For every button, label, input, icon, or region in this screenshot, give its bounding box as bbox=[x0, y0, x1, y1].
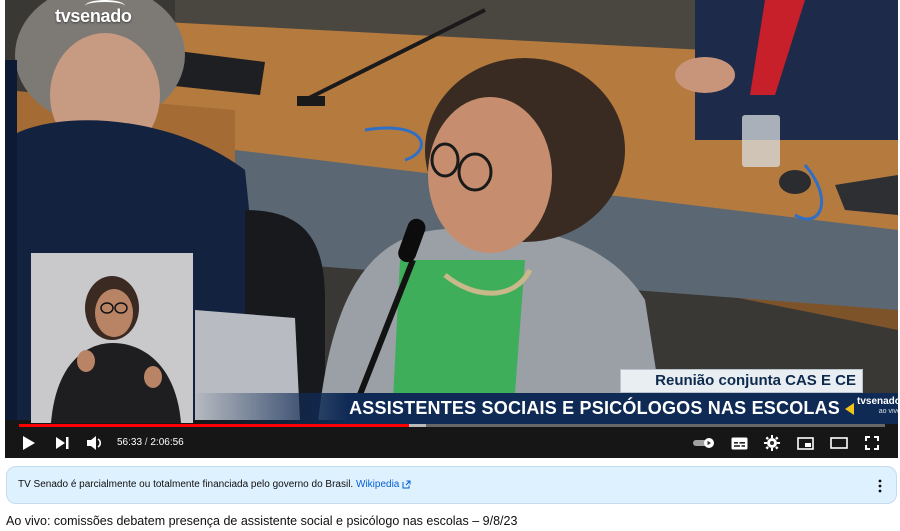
player-controls: 56:33 / 2:06:56 bbox=[5, 428, 898, 458]
progress-bar[interactable] bbox=[19, 424, 885, 427]
volume-icon bbox=[87, 436, 102, 450]
time-duration: 2:06:56 bbox=[150, 437, 184, 448]
settings-gear-icon bbox=[764, 435, 780, 451]
theater-mode-button[interactable] bbox=[829, 433, 849, 453]
lower-third-arrow-icon bbox=[845, 403, 854, 415]
lower-third-headline: ASSISTENTES SOCIAIS E PSICÓLOGOS NAS ESC… bbox=[193, 393, 898, 424]
video-frame[interactable]: tvsenado Reunião conjunta CAS E CE ASSIS… bbox=[5, 0, 898, 458]
next-icon bbox=[56, 437, 69, 449]
autoplay-toggle-icon bbox=[693, 438, 714, 448]
autoplay-toggle[interactable] bbox=[691, 433, 717, 453]
subtitles-icon bbox=[731, 437, 747, 449]
time-display: 56:33 / 2:06:56 bbox=[117, 437, 184, 448]
miniplayer-icon bbox=[796, 436, 814, 450]
interpreter-illustration bbox=[31, 253, 193, 423]
channel-logo: tvsenado bbox=[55, 0, 132, 27]
theater-mode-icon bbox=[830, 437, 848, 449]
logo-swoosh bbox=[85, 0, 125, 12]
info-panel-text: TV Senado é parcialmente ou totalmente f… bbox=[18, 479, 411, 490]
fullscreen-button[interactable] bbox=[862, 433, 882, 453]
wikipedia-link[interactable]: Wikipedia bbox=[356, 479, 399, 490]
play-button[interactable] bbox=[19, 433, 39, 453]
lower-third-subtitle: Reunião conjunta CAS E CE bbox=[620, 369, 863, 393]
miniplayer-button[interactable] bbox=[795, 433, 815, 453]
time-separator: / bbox=[142, 437, 151, 448]
progress-played bbox=[19, 424, 409, 427]
corner-logo-text: tvsenado bbox=[857, 396, 898, 407]
corner-channel-logo: tvsenado ao vivo bbox=[857, 397, 898, 417]
settings-button[interactable] bbox=[762, 433, 782, 453]
fullscreen-icon bbox=[865, 436, 879, 450]
info-panel: TV Senado é parcialmente ou totalmente f… bbox=[6, 466, 897, 504]
corner-logo-subtext: ao vivo bbox=[878, 408, 898, 415]
external-link-icon[interactable] bbox=[402, 480, 411, 489]
volume-button[interactable] bbox=[85, 433, 105, 453]
play-icon bbox=[23, 436, 35, 450]
subtitles-button[interactable] bbox=[729, 433, 749, 453]
sign-language-interpreter-inset bbox=[31, 253, 193, 423]
info-panel-description: TV Senado é parcialmente ou totalmente f… bbox=[18, 479, 356, 490]
video-player[interactable]: tvsenado Reunião conjunta CAS E CE ASSIS… bbox=[5, 0, 898, 458]
more-vert-icon bbox=[878, 479, 882, 493]
next-button[interactable] bbox=[53, 433, 71, 453]
time-current: 56:33 bbox=[117, 437, 143, 448]
more-options-button[interactable] bbox=[872, 477, 888, 495]
video-title: Ao vivo: comissões debatem presença de a… bbox=[6, 514, 518, 528]
